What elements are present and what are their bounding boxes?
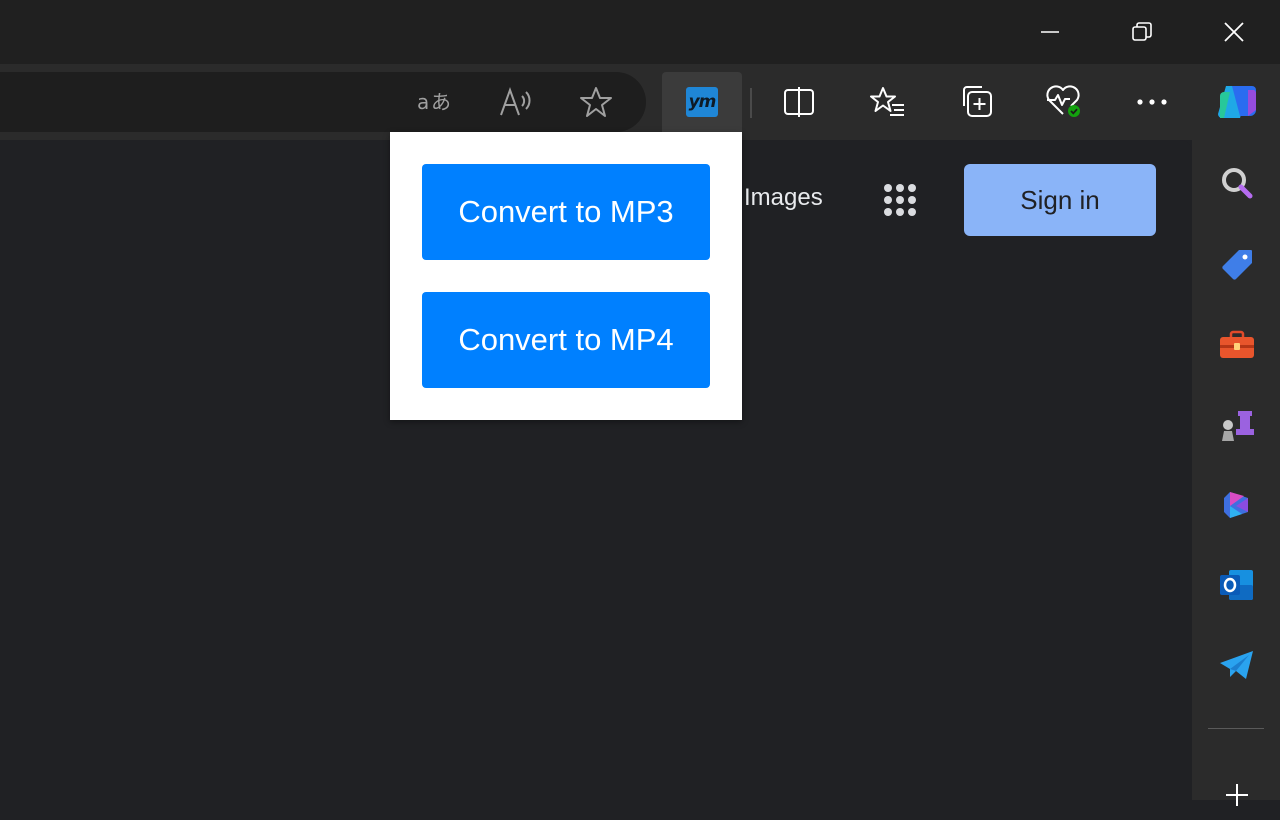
browser-essentials-icon [1046, 85, 1080, 117]
microsoft365-icon [1224, 492, 1248, 518]
sidebar-item-telegram[interactable] [1212, 640, 1262, 690]
apps-dot [884, 184, 892, 192]
sign-in-button[interactable]: Sign in [964, 164, 1156, 236]
translate-icon: a あ [417, 90, 451, 114]
split-screen-icon [784, 87, 814, 117]
toolbar-divider [750, 88, 752, 118]
ym-extension-icon: ym [686, 87, 718, 117]
sidebar-item-tools[interactable] [1212, 320, 1262, 370]
sidebar-item-outlook[interactable] [1212, 560, 1262, 610]
telegram-icon [1220, 651, 1253, 679]
favorite-star-icon [580, 87, 612, 117]
sidebar-add-button[interactable] [1212, 770, 1262, 820]
edge-sidebar [1192, 140, 1280, 800]
add-icon [1226, 784, 1248, 806]
address-bar[interactable] [0, 72, 646, 132]
sidebar-item-games[interactable] [1212, 400, 1262, 450]
favorites-button[interactable] [858, 72, 918, 132]
images-link[interactable]: Images [744, 184, 823, 212]
tools-icon [1220, 330, 1254, 358]
collections-icon [963, 86, 992, 117]
shopping-tag-icon [1222, 250, 1252, 280]
outlook-icon [1220, 570, 1253, 600]
sidebar-item-search[interactable] [1212, 158, 1262, 208]
collections-button[interactable] [946, 72, 1006, 132]
apps-dot [908, 208, 916, 216]
read-aloud-button[interactable] [486, 72, 546, 132]
add-favorite-button[interactable] [566, 72, 626, 132]
restore-icon [1132, 22, 1152, 41]
sidebar-divider [1208, 728, 1264, 729]
svg-text:a: a [417, 90, 429, 114]
apps-dot [884, 208, 892, 216]
copilot-button[interactable] [1206, 72, 1266, 132]
copilot-icon [1218, 86, 1256, 118]
apps-dot [908, 196, 916, 204]
close-icon [1224, 22, 1244, 42]
convert-mp3-button[interactable]: Convert to MP3 [422, 164, 710, 260]
more-options-button[interactable] [1122, 72, 1182, 132]
favorites-list-icon [870, 87, 904, 116]
more-options-icon [1137, 99, 1167, 105]
minimize-button[interactable] [1027, 10, 1073, 54]
split-screen-button[interactable] [769, 72, 829, 132]
games-icon [1222, 411, 1254, 441]
restore-button[interactable] [1119, 10, 1165, 54]
convert-mp4-button[interactable]: Convert to MP4 [422, 292, 710, 388]
apps-dot [908, 184, 916, 192]
sidebar-item-shopping[interactable] [1212, 240, 1262, 290]
title-bar [0, 0, 1280, 64]
search-icon [1222, 168, 1253, 199]
svg-text:あ: あ [431, 90, 451, 114]
apps-dot [884, 196, 892, 204]
apps-dot [896, 196, 904, 204]
browser-essentials-button[interactable] [1034, 72, 1094, 132]
apps-grid-button[interactable] [878, 178, 922, 222]
close-button[interactable] [1211, 10, 1257, 54]
read-aloud-icon [500, 87, 531, 116]
sidebar-item-microsoft365[interactable] [1212, 480, 1262, 530]
translate-button[interactable]: a あ [406, 72, 466, 132]
ym-extension-button[interactable]: ym [662, 72, 742, 132]
apps-dot [896, 184, 904, 192]
apps-dot [896, 208, 904, 216]
minimize-icon [1041, 31, 1059, 33]
extension-popup: Convert to MP3 Convert to MP4 [390, 132, 742, 420]
